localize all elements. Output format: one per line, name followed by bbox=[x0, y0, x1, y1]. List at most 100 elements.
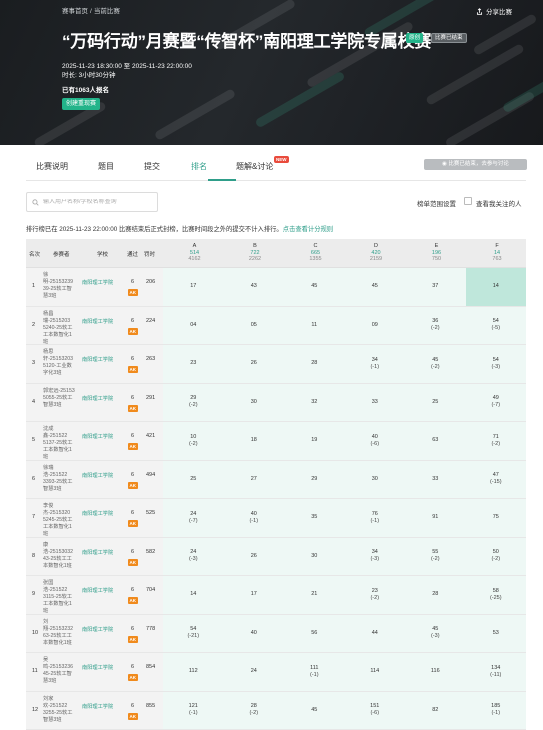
problem-cell[interactable]: 25 bbox=[163, 461, 224, 499]
problem-cell[interactable]: 76 (-1) bbox=[345, 499, 406, 537]
problem-cell[interactable]: 54 (-21) bbox=[163, 615, 224, 653]
participant-name[interactable]: 沈成鑫-251522 5137-25软工工本数智化1班 bbox=[43, 426, 75, 461]
problem-cell[interactable]: 24 bbox=[224, 653, 285, 691]
problem-cell[interactable]: 56 bbox=[284, 615, 345, 653]
problem-cell[interactable]: 30 bbox=[345, 461, 406, 499]
participant-name[interactable]: 李俊杰-2515320 5245-25软工工本数智化1班 bbox=[43, 503, 75, 538]
problem-cell[interactable]: 111 (-1) bbox=[284, 653, 345, 691]
problem-cell[interactable]: 23 bbox=[163, 345, 224, 383]
problem-cell[interactable]: 11 bbox=[284, 307, 345, 345]
problem-cell[interactable]: 33 bbox=[405, 461, 466, 499]
ranking-range-setting[interactable]: 榜单范围设置 bbox=[417, 198, 456, 208]
problem-cell[interactable]: 45 (-3) bbox=[405, 615, 466, 653]
problem-cell[interactable]: 14 bbox=[163, 576, 224, 614]
problem-cell[interactable]: 18 bbox=[224, 422, 285, 460]
problem-cell[interactable]: 43 bbox=[224, 268, 285, 306]
problem-cell[interactable]: 45 bbox=[345, 268, 406, 306]
participant-name[interactable]: 杨昌瑞-2515203 5240-25软工工本数智化1班 bbox=[43, 311, 75, 346]
tab-problems[interactable]: 题目 bbox=[98, 161, 114, 172]
problem-cell[interactable]: 10 (-2) bbox=[163, 422, 224, 460]
problem-cell[interactable]: 91 bbox=[405, 499, 466, 537]
problem-cell[interactable]: 116 bbox=[405, 653, 466, 691]
participant-name[interactable]: 吴鸣-25153236 45-25软工智慧3班 bbox=[43, 657, 75, 685]
create-replay-button[interactable]: 创建重现赛 bbox=[62, 98, 101, 110]
problem-cell[interactable]: 71 (-2) bbox=[466, 422, 527, 460]
participant-name[interactable]: 刘翔-25153232 63-25软工工本数智化1班 bbox=[43, 619, 75, 647]
problem-cell[interactable]: 30 bbox=[224, 384, 285, 422]
participant-name[interactable]: 康浩-25153032 43-25软工工本数智化1班 bbox=[43, 542, 75, 570]
share-button[interactable]: 分享比赛 bbox=[476, 6, 512, 16]
participant-name[interactable]: 徐瑞浩-251522 3393-25软工智慧3班 bbox=[43, 465, 75, 493]
problem-cell[interactable]: 40 (-1) bbox=[224, 499, 285, 537]
breadcrumb-home[interactable]: 赛事首页 bbox=[62, 8, 88, 15]
problem-cell[interactable]: 151 (-6) bbox=[345, 692, 406, 730]
participant-name[interactable]: 郭宏远-25153 5055-25软工智慧3班 bbox=[43, 388, 75, 409]
problem-cell[interactable]: 58 (-25) bbox=[466, 576, 527, 614]
problem-cell[interactable]: 82 bbox=[405, 692, 466, 730]
tab-submissions[interactable]: 提交 bbox=[144, 161, 160, 172]
header-problem-f[interactable]: F 14 763 bbox=[472, 243, 523, 263]
header-problem-c[interactable]: C 665 1355 bbox=[290, 243, 341, 263]
problem-cell[interactable]: 75 bbox=[466, 499, 527, 537]
problem-cell[interactable]: 34 (-1) bbox=[345, 345, 406, 383]
problem-cell[interactable]: 05 bbox=[224, 307, 285, 345]
problem-cell[interactable]: 36 (-2) bbox=[405, 307, 466, 345]
problem-cell[interactable]: 33 bbox=[345, 384, 406, 422]
participant-name[interactable]: 徐明-25153239 39-25软工智慧3班 bbox=[43, 272, 75, 300]
tab-discussion[interactable]: 题解&讨论 bbox=[236, 161, 273, 172]
problem-cell[interactable]: 29 bbox=[284, 461, 345, 499]
problem-cell[interactable]: 26 bbox=[224, 345, 285, 383]
tab-ranking[interactable]: 排名 bbox=[191, 161, 207, 172]
problem-cell[interactable]: 26 bbox=[224, 538, 285, 576]
problem-cell[interactable]: 45 bbox=[284, 268, 345, 306]
problem-cell[interactable]: 63 bbox=[405, 422, 466, 460]
problem-cell[interactable]: 32 bbox=[284, 384, 345, 422]
tab-description[interactable]: 比赛说明 bbox=[36, 161, 68, 172]
problem-cell[interactable]: 49 (-7) bbox=[466, 384, 527, 422]
header-problem-e[interactable]: E 196 750 bbox=[411, 243, 462, 263]
problem-cell[interactable]: 55 (-2) bbox=[405, 538, 466, 576]
problem-cell[interactable]: 34 (-3) bbox=[345, 538, 406, 576]
problem-cell[interactable]: 50 (-2) bbox=[466, 538, 527, 576]
problem-cell[interactable]: 53 bbox=[466, 615, 527, 653]
discussion-button[interactable]: ◉ 比赛已结束，去参与讨论 bbox=[424, 159, 527, 170]
problem-cell[interactable]: 24 (-3) bbox=[163, 538, 224, 576]
participant-name[interactable]: 杨思轩-25153203 5120-工业数字化3班 bbox=[43, 349, 75, 377]
problem-cell[interactable]: 24 (-7) bbox=[163, 499, 224, 537]
problem-cell[interactable]: 44 bbox=[345, 615, 406, 653]
problem-cell[interactable]: 54 (-3) bbox=[466, 345, 527, 383]
problem-cell[interactable]: 40 bbox=[224, 615, 285, 653]
header-problem-d[interactable]: D 420 2159 bbox=[351, 243, 402, 263]
scoring-rules-link[interactable]: 点击查看计分规则 bbox=[283, 226, 333, 233]
problem-cell[interactable]: 185 (-1) bbox=[466, 692, 527, 730]
problem-cell[interactable]: 19 bbox=[284, 422, 345, 460]
problem-cell[interactable]: 30 bbox=[284, 538, 345, 576]
participant-name[interactable]: 刘家欢-251522 3255-25软工智慧3班 bbox=[43, 696, 75, 724]
problem-cell[interactable]: 29 (-2) bbox=[163, 384, 224, 422]
problem-cell[interactable]: 28 bbox=[284, 345, 345, 383]
problem-cell[interactable]: 45 bbox=[284, 692, 345, 730]
header-problem-a[interactable]: A 514 4162 bbox=[169, 243, 220, 263]
problem-cell[interactable]: 45 (-2) bbox=[405, 345, 466, 383]
problem-cell[interactable]: 17 bbox=[163, 268, 224, 306]
problem-cell[interactable]: 28 (-2) bbox=[224, 692, 285, 730]
problem-cell[interactable]: 04 bbox=[163, 307, 224, 345]
problem-cell[interactable]: 28 bbox=[405, 576, 466, 614]
problem-cell[interactable]: 134 (-11) bbox=[466, 653, 527, 691]
problem-cell[interactable]: 14 bbox=[465, 268, 526, 306]
search-input[interactable] bbox=[43, 199, 153, 205]
problem-cell[interactable]: 25 bbox=[405, 384, 466, 422]
problem-cell[interactable]: 112 bbox=[163, 653, 224, 691]
participant-name[interactable]: 张国浩-251522 3115-25软工工本数智化1班 bbox=[43, 580, 75, 615]
header-problem-b[interactable]: B 722 2262 bbox=[230, 243, 281, 263]
problem-cell[interactable]: 37 bbox=[405, 268, 466, 306]
problem-cell[interactable]: 21 bbox=[284, 576, 345, 614]
problem-cell[interactable]: 23 (-2) bbox=[345, 576, 406, 614]
problem-cell[interactable]: 114 bbox=[345, 653, 406, 691]
problem-cell[interactable]: 40 (-6) bbox=[345, 422, 406, 460]
problem-cell[interactable]: 47 (-15) bbox=[466, 461, 527, 499]
problem-cell[interactable]: 35 bbox=[284, 499, 345, 537]
problem-cell[interactable]: 09 bbox=[345, 307, 406, 345]
problem-cell[interactable]: 27 bbox=[224, 461, 285, 499]
problem-cell[interactable]: 17 bbox=[224, 576, 285, 614]
